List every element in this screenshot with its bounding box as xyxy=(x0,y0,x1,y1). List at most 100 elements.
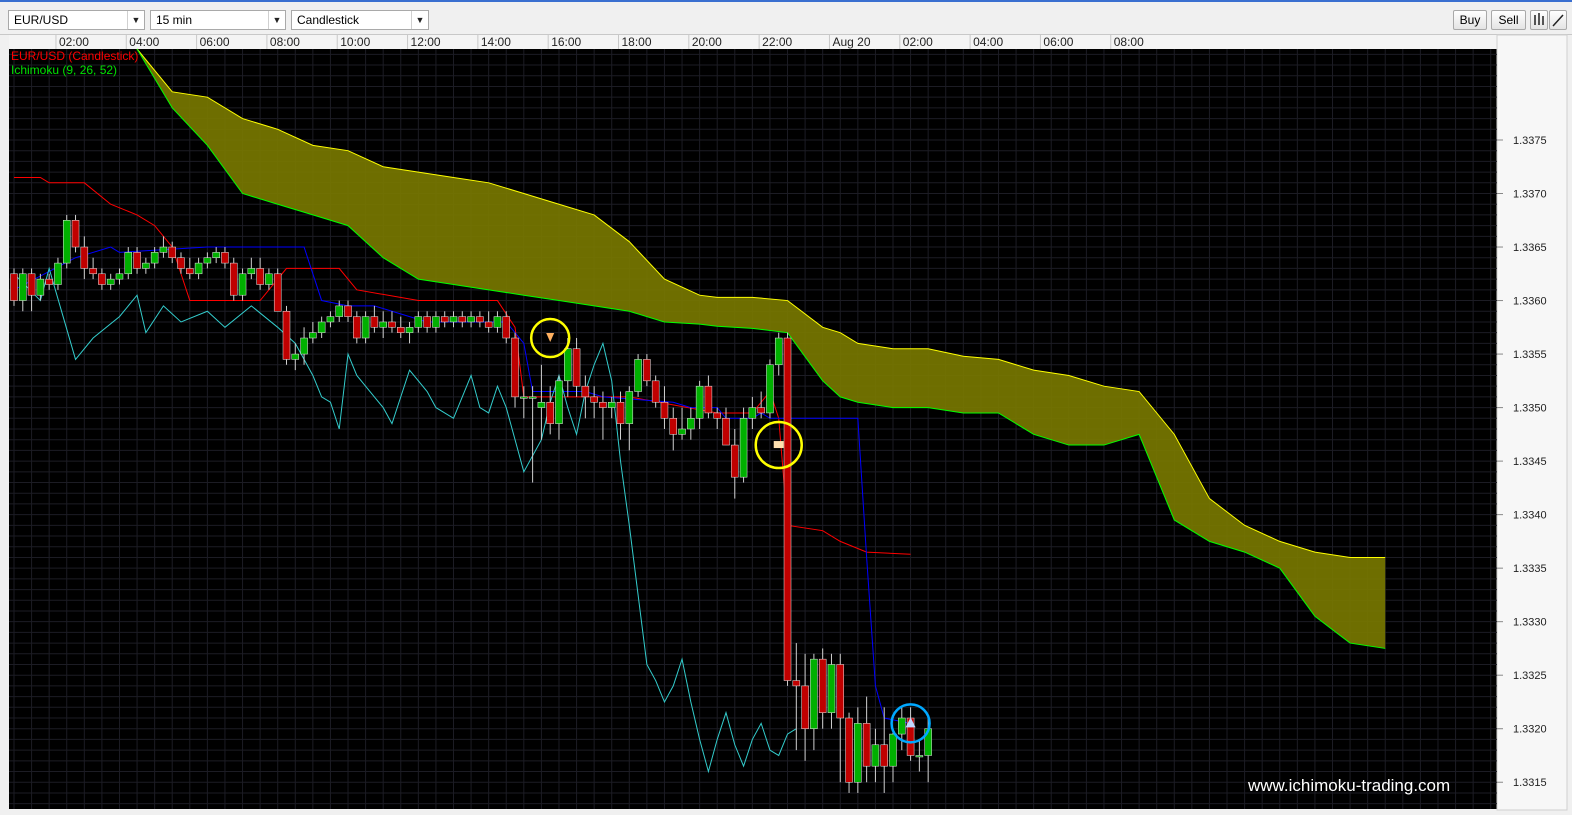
candle xyxy=(423,316,431,328)
chart-area[interactable]: 02:00 04:00 06:00 08:00 10:00 12:00 14:00 16:00… xyxy=(0,2,1572,815)
candle xyxy=(484,321,493,328)
candle xyxy=(748,407,757,419)
candle xyxy=(291,353,300,360)
price-tick-label: 1.3360 xyxy=(1513,296,1547,308)
candle xyxy=(695,385,704,419)
candle xyxy=(256,268,264,285)
price-tick-label: 1.3355 xyxy=(1513,349,1547,361)
candle xyxy=(71,220,80,248)
price-tick-label: 1.3330 xyxy=(1513,617,1547,629)
time-tick-label: 10:00 xyxy=(340,35,370,49)
candle xyxy=(599,401,607,408)
candle xyxy=(818,658,827,713)
candle xyxy=(537,401,546,408)
candle xyxy=(62,220,71,264)
candle xyxy=(335,305,343,317)
candle xyxy=(607,401,616,408)
candle xyxy=(98,273,106,285)
price-tick-label: 1.3370 xyxy=(1513,189,1547,201)
candle xyxy=(546,401,554,424)
candle xyxy=(555,380,563,424)
candle xyxy=(564,348,572,382)
candle xyxy=(54,262,62,285)
candle xyxy=(300,337,308,355)
candle xyxy=(687,418,695,430)
candle xyxy=(722,418,730,446)
candle xyxy=(678,428,686,435)
candle xyxy=(159,246,168,253)
time-tick-label: 08:00 xyxy=(1114,35,1144,49)
price-tick-label: 1.3340 xyxy=(1513,510,1547,522)
candle xyxy=(880,744,888,767)
candle xyxy=(520,396,528,399)
candle xyxy=(221,252,229,264)
candle xyxy=(766,364,774,414)
candle xyxy=(801,685,809,729)
time-tick-label: 14:00 xyxy=(481,35,511,49)
candle xyxy=(590,396,598,403)
candle xyxy=(326,316,335,323)
candle xyxy=(309,332,317,339)
time-tick-label: 18:00 xyxy=(622,35,652,49)
candle xyxy=(660,401,669,419)
candle xyxy=(405,327,414,333)
candle xyxy=(774,337,783,366)
candle xyxy=(581,385,590,398)
price-tick-label: 1.3335 xyxy=(1513,563,1547,575)
price-tick-label: 1.3345 xyxy=(1513,456,1547,468)
candle xyxy=(379,321,387,328)
time-tick-label: 02:00 xyxy=(903,35,933,49)
price-tick-label: 1.3365 xyxy=(1513,242,1547,254)
price-tick-label: 1.3350 xyxy=(1513,403,1547,415)
candle xyxy=(414,316,423,328)
candle xyxy=(625,391,634,424)
time-tick-label: 16:00 xyxy=(551,35,581,49)
candle xyxy=(344,305,352,317)
candle xyxy=(247,268,256,275)
candle xyxy=(493,316,502,328)
candle xyxy=(282,311,291,360)
price-tick-label: 1.3315 xyxy=(1513,777,1547,789)
candle xyxy=(915,755,924,758)
candle xyxy=(432,316,440,328)
candle xyxy=(651,380,660,403)
candle xyxy=(177,257,185,269)
time-tick-label: 06:00 xyxy=(1043,35,1073,49)
price-tick-label: 1.3375 xyxy=(1513,135,1547,147)
candle xyxy=(168,246,176,258)
price-tick-label: 1.3325 xyxy=(1513,670,1547,682)
candle xyxy=(361,316,370,339)
candle xyxy=(19,273,27,301)
candle xyxy=(212,252,220,258)
candle xyxy=(528,396,537,399)
time-tick-label: 08:00 xyxy=(270,35,300,49)
candle xyxy=(572,348,581,387)
candle xyxy=(669,418,677,435)
watermark: www.ichimoku-trading.com xyxy=(1247,776,1450,795)
candle xyxy=(511,337,519,398)
time-tick-label: 20:00 xyxy=(692,35,722,49)
candle xyxy=(36,278,45,296)
candle xyxy=(898,717,906,735)
candle xyxy=(238,273,247,296)
chart-window: EUR/USD ▼ 15 min ▼ Candlestick ▼ Buy Sel… xyxy=(0,0,1572,813)
sell-flag-icon xyxy=(773,441,784,449)
candle xyxy=(810,658,818,729)
time-tick-label: 04:00 xyxy=(129,35,159,49)
candle xyxy=(467,316,475,323)
time-tick-label: 12:00 xyxy=(411,35,441,49)
candle xyxy=(230,262,238,296)
candle xyxy=(731,444,739,478)
time-tick-label: 02:00 xyxy=(59,35,89,49)
candle xyxy=(889,733,897,767)
candle xyxy=(476,316,484,323)
time-tick-label: 22:00 xyxy=(762,35,792,49)
candle xyxy=(827,664,836,713)
price-axis xyxy=(1496,34,1568,811)
candle xyxy=(273,273,282,312)
candle xyxy=(397,327,405,333)
price-tick-label: 1.3320 xyxy=(1513,724,1547,736)
time-tick-label: Aug 20 xyxy=(832,35,870,49)
candle xyxy=(89,268,97,275)
candle xyxy=(27,273,36,296)
